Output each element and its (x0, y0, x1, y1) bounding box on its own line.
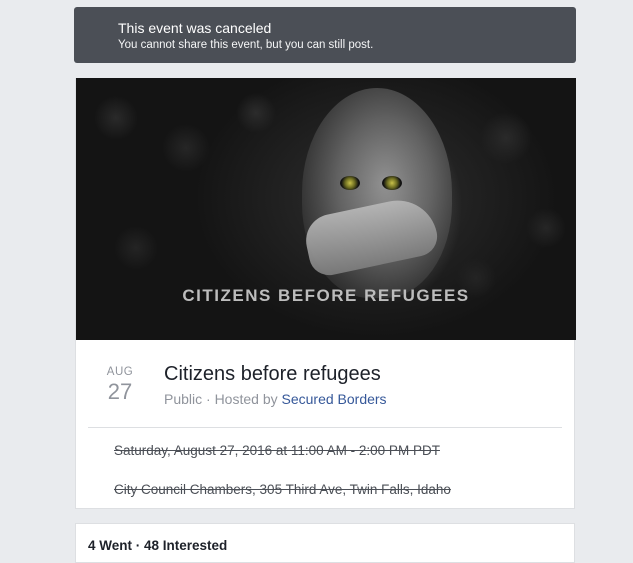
event-datetime[interactable]: Saturday, August 27, 2016 at 11:00 AM - … (114, 443, 440, 458)
event-title: Citizens before refugees (164, 363, 381, 385)
event-date-badge: AUG 27 (98, 366, 142, 404)
event-card: CITIZENS BEFORE REFUGEES AUG 27 Citizens… (75, 78, 576, 509)
host-link[interactable]: Secured Borders (282, 391, 387, 407)
attendance-summary[interactable]: 4 Went · 48 Interested (88, 538, 227, 553)
divider (88, 427, 562, 428)
event-day: 27 (107, 379, 133, 404)
cover-caption: CITIZENS BEFORE REFUGEES (182, 286, 470, 305)
event-month: AUG (106, 366, 134, 378)
canceled-banner: This event was canceled You cannot share… (74, 7, 576, 63)
event-cover-photo[interactable]: CITIZENS BEFORE REFUGEES (76, 78, 576, 340)
banner-title: This event was canceled (118, 20, 272, 36)
event-meta: Public · Hosted by Secured Borders (164, 391, 387, 407)
event-location[interactable]: City Council Chambers, 305 Third Ave, Tw… (114, 482, 451, 497)
cover-right-eye (382, 176, 402, 190)
event-privacy-host-prefix: Public · Hosted by (164, 391, 282, 407)
cover-left-eye (340, 176, 360, 190)
banner-subtitle: You cannot share this event, but you can… (118, 39, 374, 51)
attendance-card: 4 Went · 48 Interested (75, 523, 575, 563)
